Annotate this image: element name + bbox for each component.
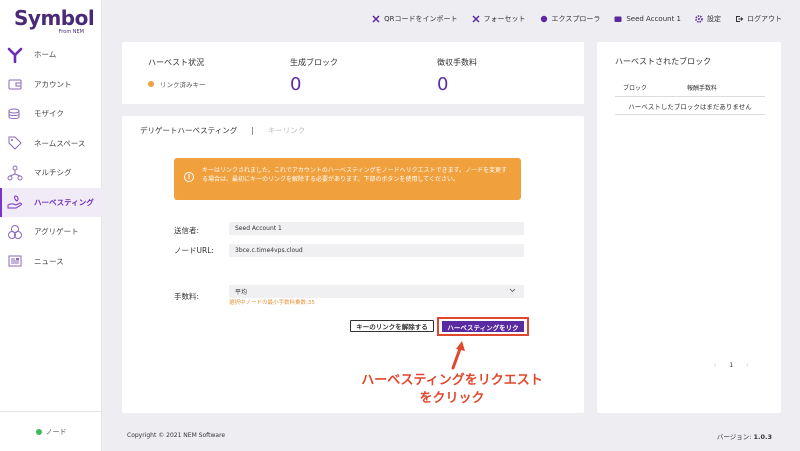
sidebar-nav: ホーム アカウント モザイク ネームスペース マルチシグ ハーベスティング アグ… <box>0 40 102 276</box>
next-page-icon[interactable]: › <box>746 362 748 369</box>
sidebar-item-harvesting[interactable]: ハーベスティング <box>0 187 102 217</box>
explorer-label: エクスプローラ <box>551 15 601 23</box>
logout-link[interactable]: ログアウト <box>735 14 782 24</box>
tab-separator: | <box>251 126 254 135</box>
sidebar-item-label: アカウント <box>34 79 72 89</box>
harvest-stats-card: ハーベスト状況 リンク済みキー 生成ブロック 0 徴収手数料 0 <box>122 42 584 104</box>
harvesting-form-card: デリゲートハーベスティング | キーリンク ! キーはリンクされました。これでア… <box>122 116 584 413</box>
top-bar: QRコードをインポート フォーセット エクスプローラ Seed Account … <box>102 0 800 38</box>
column-block: ブロック <box>623 85 648 92</box>
blocks-value: 0 <box>290 74 302 95</box>
prev-page-icon[interactable]: ‹ <box>714 362 716 369</box>
logout-icon <box>735 15 743 23</box>
wallet-icon <box>614 15 622 23</box>
harvested-blocks-empty: ハーベストしたブロックはまだありません <box>615 97 765 115</box>
info-icon: ! <box>184 172 194 182</box>
sidebar: Symbol From NEM ホーム アカウント モザイク ネームスペース マ… <box>0 0 102 451</box>
version-info: バージョン: 1.0.3 <box>717 431 772 441</box>
tab-delegated-harvesting[interactable]: デリゲートハーベスティング <box>140 125 237 136</box>
page-number[interactable]: 1 <box>729 362 733 369</box>
news-icon <box>6 252 24 270</box>
node-status-label: ノード <box>45 427 67 436</box>
harvested-blocks-header: ブロック 報酬手数料 <box>615 79 765 97</box>
explorer-icon <box>540 15 548 23</box>
harvest-status-text: リンク済みキー <box>160 81 206 89</box>
sidebar-item-aggregate[interactable]: アグリゲート <box>0 217 102 247</box>
request-button-highlight: ハーベスティングをリク <box>437 317 529 336</box>
faucet-link[interactable]: フォーセット <box>472 14 526 24</box>
fee-select[interactable]: 平均 <box>229 285 524 298</box>
fees-title: 徴収手数料 <box>437 58 477 67</box>
fee-label: 手数料: <box>174 292 200 301</box>
mosaic-coins-icon <box>6 105 24 123</box>
multisig-icon <box>6 164 24 182</box>
harvested-blocks-title: ハーベストされたブロック <box>615 57 712 66</box>
pagination: ‹ 1 › <box>714 362 749 369</box>
sidebar-item-namespace[interactable]: ネームスペース <box>0 129 102 159</box>
fee-select-value: 平均 <box>235 289 248 296</box>
sender-label: 送信者: <box>174 226 200 235</box>
symbol-logo[interactable]: Symbol From NEM <box>14 6 95 36</box>
sidebar-item-label: ネームスペース <box>34 138 86 148</box>
wallet-icon <box>6 75 24 93</box>
sidebar-item-multisig[interactable]: マルチシグ <box>0 158 102 188</box>
sidebar-item-label: モザイク <box>34 109 64 119</box>
settings-link[interactable]: 設定 <box>695 14 721 24</box>
annotation-arrow-icon <box>449 340 469 372</box>
account-name: Seed Account 1 <box>626 15 681 23</box>
sidebar-item-home[interactable]: ホーム <box>0 40 102 70</box>
sidebar-item-label: ハーベスティング <box>34 197 94 207</box>
harvest-hand-icon <box>6 193 24 211</box>
callout-line-2: をクリック <box>419 391 485 406</box>
tab-key-link[interactable]: キーリンク <box>268 125 306 136</box>
unlink-key-button[interactable]: キーのリンクを解除する <box>350 320 434 332</box>
key-linked-alert: ! キーはリンクされました。これでアカウントのハーベスティングをノードへリクエス… <box>174 158 521 200</box>
faucet-icon <box>472 15 480 23</box>
sidebar-item-news[interactable]: ニュース <box>0 247 102 277</box>
sender-field[interactable]: Seed Account 1 <box>229 222 524 235</box>
sidebar-item-account[interactable]: アカウント <box>0 70 102 100</box>
faucet-label: フォーセット <box>483 15 526 23</box>
logo-subtitle: From NEM <box>58 29 84 35</box>
account-selector[interactable]: Seed Account 1 <box>614 15 681 23</box>
request-harvesting-button[interactable]: ハーベスティングをリク <box>442 321 524 332</box>
sidebar-item-label: アグリゲート <box>34 227 79 237</box>
fees-value: 0 <box>437 74 449 95</box>
fee-hint: 選択中ノードの最小手数料乗数:35 <box>229 300 315 306</box>
status-dot <box>148 81 154 87</box>
sidebar-item-label: ホーム <box>34 50 57 60</box>
annotation-callout: ハーベスティングをリクエスト をクリック <box>354 372 550 408</box>
harvest-status-title: ハーベスト状況 <box>148 58 205 67</box>
version-value: 1.0.3 <box>753 433 772 441</box>
version-label: バージョン: <box>716 433 752 441</box>
tag-icon <box>6 134 24 152</box>
harvest-status-value: リンク済みキー <box>148 79 206 89</box>
logout-label: ログアウト <box>747 15 782 23</box>
blocks-title: 生成ブロック <box>290 58 338 67</box>
settings-label: 設定 <box>707 15 721 23</box>
explorer-link[interactable]: エクスプローラ <box>540 14 601 24</box>
column-fee: 報酬手数料 <box>687 85 718 92</box>
harvesting-tabs: デリゲートハーベスティング | キーリンク <box>140 125 305 136</box>
node-url-field[interactable]: 3bce.c.time4vps.cloud <box>229 244 524 257</box>
node-url-label: ノードURL: <box>174 246 214 255</box>
sidebar-item-label: マルチシグ <box>34 168 72 178</box>
gear-icon <box>695 15 703 23</box>
sidebar-item-mosaic[interactable]: モザイク <box>0 99 102 129</box>
aggregate-circles-icon <box>6 223 24 241</box>
qr-import-link[interactable]: QRコードをインポート <box>372 14 458 24</box>
home-icon <box>6 46 24 64</box>
copyright: Copyright © 2021 NEM Software <box>127 432 226 439</box>
harvested-blocks-card: ハーベストされたブロック ブロック 報酬手数料 ハーベストしたブロックはまだあり… <box>597 42 781 413</box>
qr-icon <box>372 15 380 23</box>
logo-text: Symbol <box>14 6 95 30</box>
chevron-down-icon <box>509 288 516 295</box>
node-status[interactable]: ノード <box>0 411 102 451</box>
node-status-dot <box>35 428 42 435</box>
alert-message: キーはリンクされました。これでアカウントのハーベスティングをノードへリクエストで… <box>202 167 507 183</box>
callout-line-1: ハーベスティングをリクエスト <box>361 373 543 388</box>
qr-import-label: QRコードをインポート <box>384 15 458 23</box>
sidebar-item-label: ニュース <box>34 256 64 266</box>
